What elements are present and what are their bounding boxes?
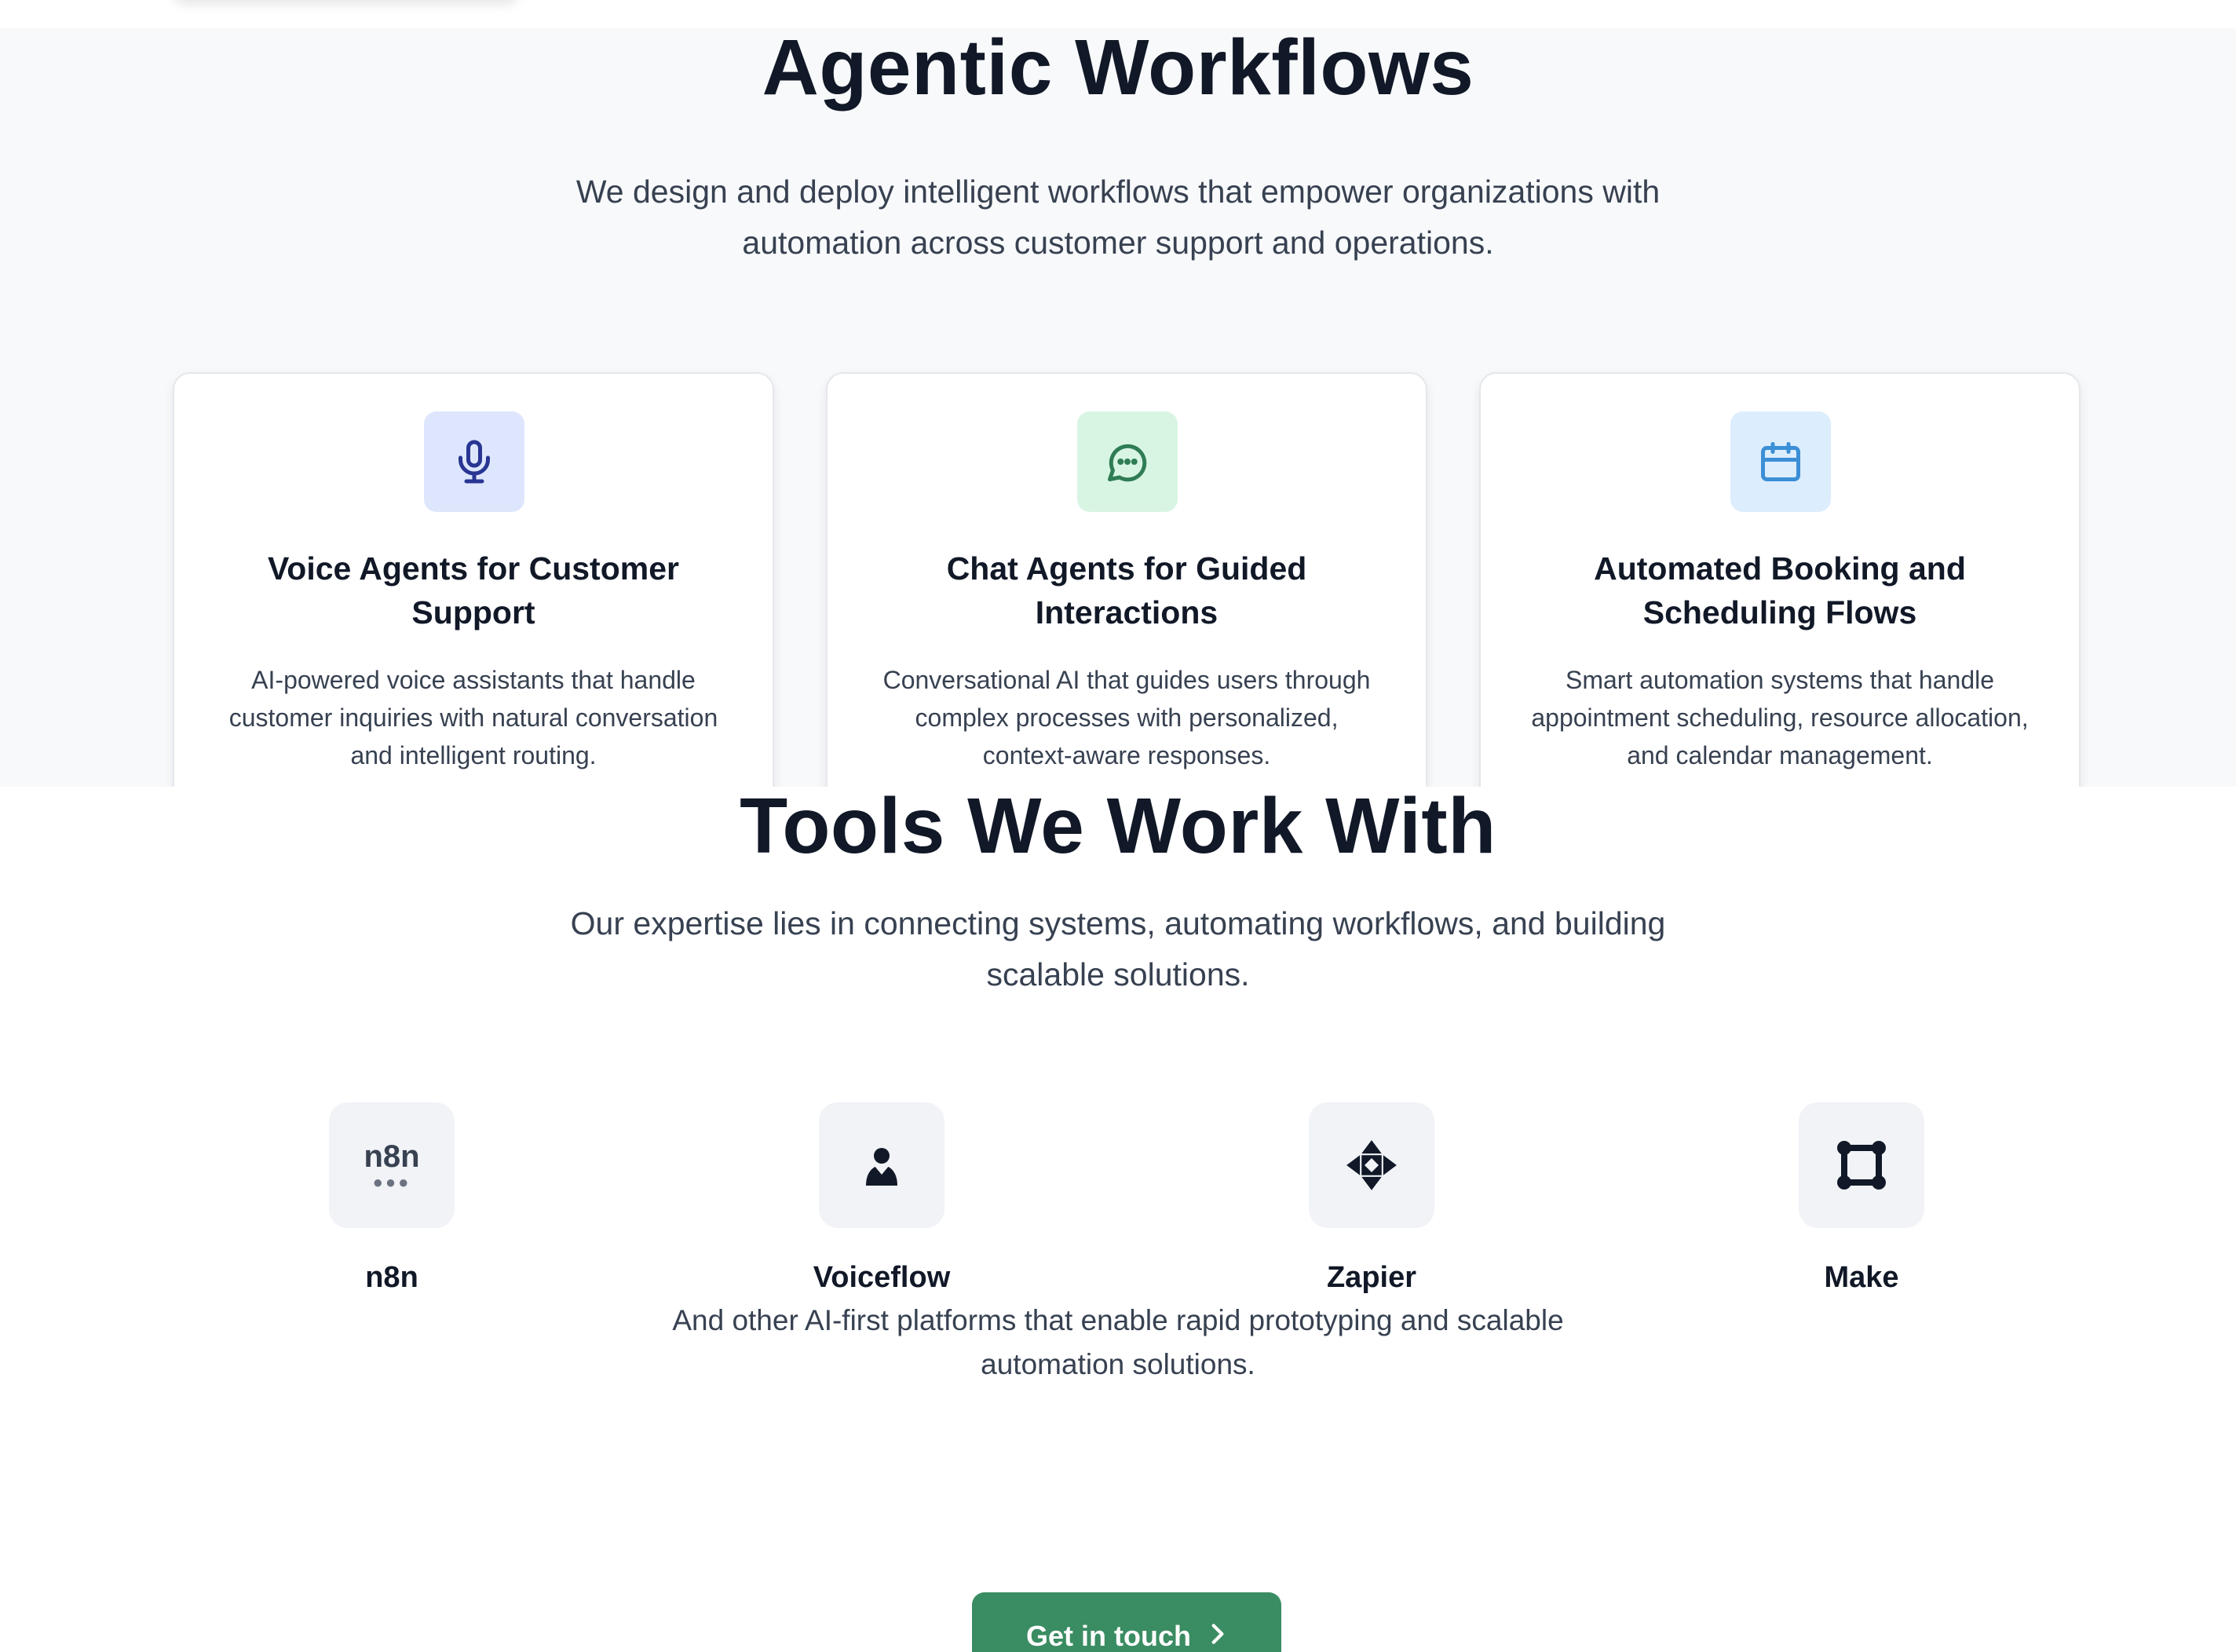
agentic-workflows-section: Agentic Workflows We design and deploy i… [0, 24, 2236, 813]
section-title: Agentic Workflows [762, 24, 1474, 111]
make-logo-icon [1799, 1102, 1924, 1228]
card-description: Conversational AI that guides users thro… [882, 666, 1371, 769]
card-title: Chat Agents for Guided Interactions [946, 550, 1307, 630]
chat-bubble-icon [1077, 411, 1178, 512]
tool-name: n8n [365, 1261, 418, 1294]
card-title: Voice Agents for Customer Support [268, 550, 679, 630]
card-title: Automated Booking and Scheduling Flows [1594, 550, 1966, 630]
n8n-logo-dots: ●●● [372, 1172, 411, 1192]
zapier-logo-icon [1309, 1102, 1434, 1228]
tool-name: Zapier [1326, 1261, 1417, 1294]
service-card-chat-agents[interactable]: Chat Agents for Guided Interactions Conv… [826, 372, 1427, 813]
microphone-icon [424, 411, 524, 512]
voiceflow-logo-icon [819, 1102, 944, 1228]
tool-item-make[interactable]: Make [1720, 1102, 2003, 1296]
section-subtitle: Our expertise lies in connecting systems… [570, 905, 1666, 992]
service-card-booking-flows[interactable]: Automated Booking and Scheduling Flows S… [1479, 372, 2081, 813]
tool-name: Voiceflow [813, 1261, 951, 1294]
get-in-touch-button[interactable]: Get in touch [972, 1592, 1281, 1652]
card-description: Smart automation systems that handle app… [1531, 666, 2029, 769]
n8n-logo-icon: n8n ●●● [329, 1102, 455, 1228]
page: Agentic Workflows We design and deploy i… [0, 0, 2236, 1652]
card-description: AI-powered voice assistants that handle … [228, 666, 718, 769]
tool-item-zapier[interactable]: Zapier [1230, 1102, 1513, 1296]
tool-item-n8n[interactable]: n8n ●●● n8n [250, 1102, 533, 1296]
tool-item-voiceflow[interactable]: Voiceflow [740, 1102, 1023, 1296]
tools-note: And other AI-first platforms that enable… [672, 1304, 1564, 1380]
section-subtitle: We design and deploy intelligent workflo… [575, 174, 1661, 261]
calendar-icon [1730, 411, 1831, 512]
service-card-voice-agents[interactable]: Voice Agents for Customer Support AI-pow… [173, 372, 774, 813]
n8n-logo-text: n8n [364, 1139, 420, 1174]
chevron-right-icon [1207, 1621, 1227, 1652]
cta-label: Get in touch [1026, 1620, 1191, 1652]
section-title: Tools We Work With [740, 782, 1496, 870]
tools-section: Tools We Work With Our expertise lies in… [0, 787, 2236, 1652]
tool-name: Make [1824, 1261, 1899, 1294]
